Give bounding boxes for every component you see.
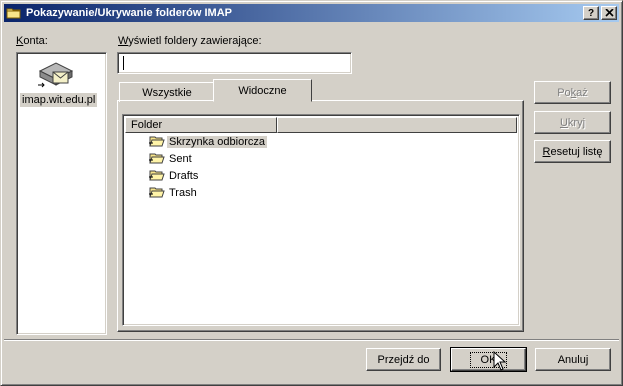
accounts-label: Konta: — [16, 35, 48, 47]
dialog-window: Pokazywanie/Ukrywanie folderów IMAP ? Ko… — [0, 0, 623, 386]
close-icon — [604, 9, 614, 17]
folder-listview[interactable]: Folder Skrzynka odbiorcza Sent Drafts Tr… — [122, 114, 520, 326]
tab-visible[interactable]: Widoczne — [213, 79, 312, 102]
title-bar[interactable]: Pokazywanie/Ukrywanie folderów IMAP ? — [4, 4, 619, 22]
close-button[interactable] — [601, 6, 617, 20]
subscribed-folder-icon — [149, 169, 165, 182]
hide-button[interactable]: Ukryj — [534, 111, 611, 134]
accounts-list[interactable]: imap.wit.edu.pl — [16, 52, 107, 335]
filter-input[interactable] — [117, 52, 352, 74]
list-item[interactable]: Skrzynka odbiorcza — [149, 133, 267, 150]
subscribed-folder-icon — [149, 186, 165, 199]
separator — [4, 339, 619, 341]
empty-column-header — [277, 117, 517, 133]
list-item[interactable]: Drafts — [149, 167, 200, 184]
cancel-button[interactable]: Anuluj — [535, 348, 611, 371]
subscribed-folder-icon — [149, 135, 165, 148]
account-item[interactable]: imap.wit.edu.pl — [20, 93, 98, 107]
text-cursor — [123, 56, 124, 70]
reset-list-button[interactable]: Resetuj listę — [534, 140, 611, 163]
list-item[interactable]: Trash — [149, 184, 199, 201]
window-title: Pokazywanie/Ukrywanie folderów IMAP — [26, 7, 233, 19]
subscribed-folder-icon — [149, 152, 165, 165]
tab-all[interactable]: Wszystkie — [119, 82, 215, 102]
list-item[interactable]: Sent — [149, 150, 194, 167]
show-button[interactable]: Po k aż — [534, 81, 611, 104]
filter-label: Wyświetl foldery zawierające: — [118, 35, 262, 47]
goto-button[interactable]: Prze j dź do — [366, 348, 441, 371]
mouse-cursor-icon — [493, 351, 507, 371]
folder-icon — [6, 6, 22, 20]
help-button[interactable]: ? — [583, 6, 599, 20]
ok-button[interactable]: OK — [450, 347, 527, 372]
mail-server-icon — [36, 59, 76, 94]
folder-column-header[interactable]: Folder — [125, 117, 277, 133]
